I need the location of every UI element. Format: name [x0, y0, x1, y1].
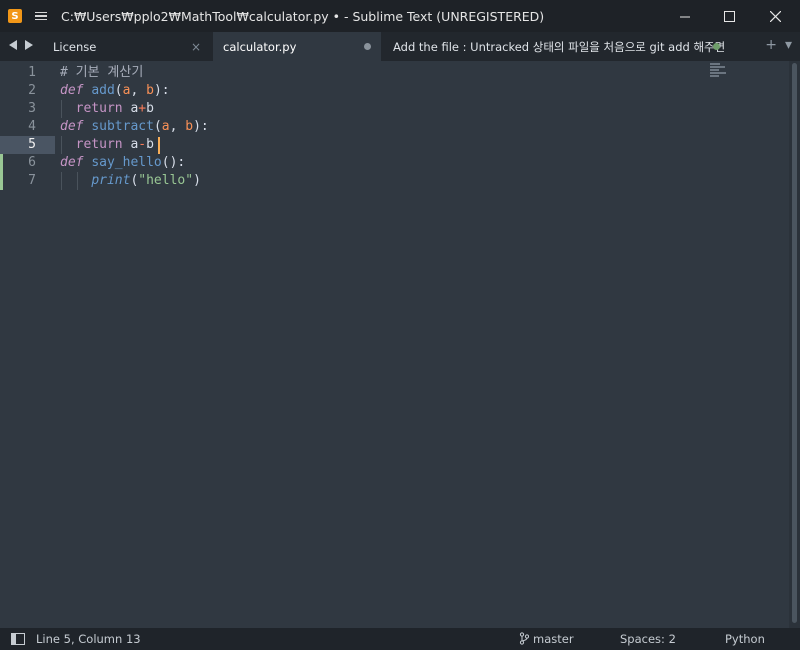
code-token: b — [185, 119, 194, 134]
sidebar-toggle-icon[interactable] — [11, 633, 25, 645]
line-number: 1 — [28, 65, 36, 80]
text-caret — [158, 137, 160, 154]
code-token: a — [122, 101, 139, 116]
tab-calculator-py[interactable]: calculator.py — [213, 32, 381, 61]
code-token: ( — [153, 119, 162, 134]
menu-icon[interactable] — [35, 11, 47, 21]
maximize-button[interactable] — [706, 0, 752, 32]
code-token: # 기본 계산기 — [60, 65, 144, 80]
code-token: add — [91, 83, 115, 98]
tab-tools: + ▾ — [765, 37, 792, 53]
close-icon — [769, 10, 781, 22]
cursor-position[interactable]: Line 5, Column 13 — [36, 632, 141, 646]
code-line[interactable]: # 기본 계산기 — [60, 64, 143, 82]
code-token: + — [138, 101, 147, 116]
minimap[interactable] — [710, 63, 730, 79]
code-line[interactable]: def add(a, b): — [60, 82, 170, 100]
tab-forward-icon[interactable] — [24, 40, 33, 50]
code-editor[interactable]: 1 2 3 4 5 6 7 # 기본 계산기 def add(a, b): ret… — [0, 61, 789, 628]
git-branch-icon — [519, 632, 529, 645]
line-gutter: 1 2 3 4 5 6 7 — [0, 61, 55, 628]
code-line[interactable]: print("hello") — [60, 172, 201, 190]
tab-label: Add the file : Untracked 상태의 파일을 처음으로 gi… — [393, 39, 726, 54]
new-tab-icon[interactable]: + — [765, 37, 777, 53]
sublime-logo-icon[interactable]: S — [8, 9, 22, 23]
code-line[interactable]: def subtract(a, b): — [60, 118, 209, 136]
title-bar: S C:₩Users₩pplo2₩MathTool₩calculator.py … — [0, 0, 800, 32]
code-token: ) — [193, 173, 201, 188]
unsaved-indicator-icon[interactable] — [364, 43, 371, 50]
code-token: print — [91, 173, 131, 188]
code-token: def — [60, 83, 84, 98]
code-token: b — [146, 137, 154, 152]
status-bar: Line 5, Column 13 master Spaces: 2 Pytho… — [0, 628, 800, 650]
window-title: C:₩Users₩pplo2₩MathTool₩calculator.py • … — [61, 8, 545, 24]
tab-list-icon[interactable]: ▾ — [785, 37, 792, 53]
code-token: b — [146, 83, 154, 98]
code-line[interactable]: def say_hello(): — [60, 154, 185, 172]
indentation-setting[interactable]: Spaces: 2 — [620, 632, 676, 646]
code-token: say_hello — [91, 155, 162, 170]
tab-label: calculator.py — [223, 39, 297, 54]
tab-navigation — [9, 40, 33, 50]
tab-back-icon[interactable] — [9, 40, 18, 50]
line-number: 6 — [28, 155, 36, 170]
code-token: (): — [161, 155, 186, 170]
code-line[interactable]: return a-b — [60, 136, 154, 154]
code-token: subtract — [91, 119, 154, 134]
close-tab-icon[interactable]: × — [191, 40, 201, 54]
code-token: a — [122, 137, 139, 152]
tab-label: License — [53, 39, 97, 54]
line-number: 7 — [28, 173, 36, 188]
syntax-selector[interactable]: Python — [725, 632, 765, 646]
close-button[interactable] — [752, 0, 798, 32]
minimize-icon — [679, 16, 690, 17]
unsaved-indicator-icon[interactable] — [713, 43, 720, 50]
code-token: return — [75, 137, 123, 152]
code-token: ): — [193, 119, 209, 134]
code-token: def — [60, 155, 84, 170]
git-branch-label[interactable]: master — [533, 632, 574, 646]
line-number: 2 — [28, 83, 36, 98]
code-token: , — [130, 83, 147, 98]
scrollbar-thumb[interactable] — [792, 63, 797, 623]
tab-bar: License × calculator.py Add the file : U… — [0, 32, 800, 61]
code-token: ( — [114, 83, 123, 98]
line-number: 3 — [28, 101, 36, 116]
code-token: , — [169, 119, 186, 134]
git-diff-added-marker — [0, 154, 3, 190]
code-line[interactable]: return a+b — [60, 100, 154, 118]
code-token: a — [161, 119, 170, 134]
code-token: b — [146, 101, 154, 116]
vertical-scrollbar[interactable] — [789, 61, 800, 628]
code-token: - — [138, 137, 147, 152]
tab-license[interactable]: License × — [43, 32, 211, 61]
tab-untracked-note[interactable]: Add the file : Untracked 상태의 파일을 처음으로 gi… — [383, 32, 729, 61]
line-number: 4 — [28, 119, 36, 134]
line-number-current: 5 — [0, 136, 55, 154]
maximize-icon — [723, 10, 735, 22]
code-token: return — [75, 101, 123, 116]
code-token: "hello" — [138, 173, 194, 188]
code-token: ): — [153, 83, 170, 98]
code-token: def — [60, 119, 84, 134]
minimize-button[interactable] — [662, 0, 708, 32]
